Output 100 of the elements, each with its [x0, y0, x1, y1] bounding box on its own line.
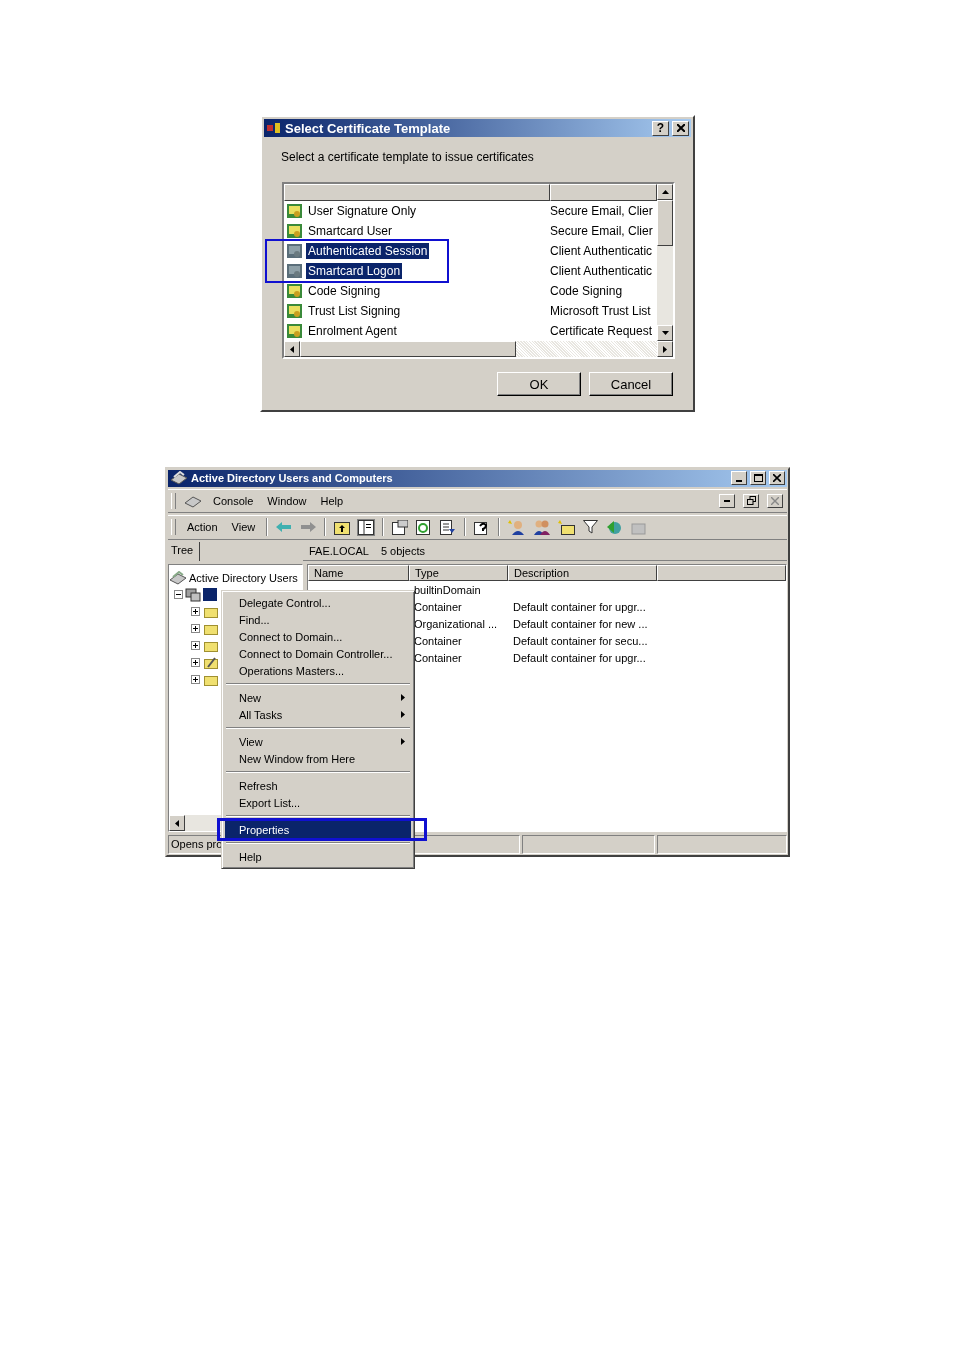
column-header[interactable] — [284, 184, 550, 201]
template-purpose: Secure Email, Clier — [550, 224, 653, 238]
menu-item[interactable]: Help — [317, 494, 347, 507]
template-purpose: Code Signing — [550, 284, 623, 298]
certificate-icon — [286, 283, 303, 299]
table-cell: Default container for upgr... — [513, 651, 646, 664]
expand-toggle[interactable] — [191, 624, 200, 634]
expand-toggle[interactable] — [191, 641, 200, 651]
table-cell: Default container for secu... — [513, 634, 648, 647]
template-purpose: Client Authenticatic — [550, 264, 653, 278]
restore-icon — [746, 496, 756, 506]
template-name[interactable]: Smartcard Logon — [306, 263, 403, 279]
new-folder-icon[interactable] — [558, 519, 576, 536]
properties-icon[interactable] — [392, 519, 409, 535]
column-header[interactable]: Description — [508, 565, 657, 582]
collapse-toggle[interactable] — [174, 590, 183, 600]
menu-item[interactable]: New Window from Here — [225, 750, 411, 767]
template-purpose: Secure Email, Clier — [550, 204, 653, 218]
folder-icon — [204, 622, 218, 635]
template-name[interactable]: User Signature Only — [306, 203, 419, 219]
expand-toggle[interactable] — [191, 607, 200, 617]
table-cell: Container — [414, 651, 462, 664]
template-purpose: Certificate Request — [550, 324, 653, 338]
menu-item[interactable]: Console — [210, 494, 257, 507]
menu-item[interactable]: New — [225, 689, 411, 706]
plus-icon — [191, 658, 200, 668]
close-button[interactable] — [769, 471, 785, 486]
menu-item[interactable]: Action — [184, 521, 221, 534]
minimize-button[interactable] — [719, 493, 735, 508]
column-header[interactable] — [550, 184, 657, 201]
column-header[interactable]: Type — [409, 565, 508, 582]
expand-toggle[interactable] — [191, 658, 200, 668]
menu-item[interactable]: Refresh — [225, 777, 411, 794]
window-title: Select Certificate Template — [285, 120, 451, 136]
cancel-button[interactable]: Cancel — [589, 372, 673, 396]
left-arrow-icon — [175, 819, 179, 827]
app-icon — [266, 122, 282, 134]
directory-icon — [169, 570, 187, 585]
certificate-icon — [286, 203, 303, 219]
menu-item[interactable]: Window — [264, 494, 310, 507]
left-arrow-icon — [290, 345, 294, 353]
folder-icon — [204, 673, 218, 686]
menu-item[interactable]: Delegate Control... — [225, 594, 411, 611]
menu-item[interactable]: Connect to Domain Controller... — [225, 645, 411, 662]
plus-icon — [191, 641, 200, 651]
computer-icon — [185, 587, 201, 602]
menu-item[interactable]: Export List... — [225, 794, 411, 811]
minimize-icon — [736, 480, 742, 483]
ok-button[interactable]: OK — [497, 372, 581, 396]
maximize-button[interactable] — [750, 471, 766, 486]
window-title: Active Directory Users and Computers — [191, 472, 393, 485]
pane-icon[interactable] — [358, 519, 375, 535]
table-cell: Default container for upgr... — [513, 600, 646, 613]
right-arrow-icon — [663, 345, 667, 353]
selection-highlight[interactable] — [203, 588, 217, 602]
minimize-button[interactable] — [731, 471, 747, 486]
minus-icon — [174, 590, 183, 600]
horizontal-scrollbar[interactable] — [284, 341, 673, 357]
menu-item[interactable]: View — [228, 521, 259, 534]
prompt-text: Select a certificate template to issue certificates — [281, 150, 535, 166]
menu-item[interactable]: All Tasks — [225, 706, 411, 723]
plus-icon — [191, 607, 200, 617]
menu-item[interactable]: Help — [225, 848, 411, 865]
close-button[interactable] — [767, 493, 783, 508]
template-purpose: Microsoft Trust List — [550, 304, 651, 318]
template-name[interactable]: Trust List Signing — [306, 303, 403, 319]
filter-icon[interactable] — [583, 520, 599, 535]
tree-item[interactable]: Active Directory Users — [189, 571, 298, 584]
close-icon — [771, 496, 779, 505]
template-name[interactable]: Smartcard User — [306, 223, 395, 239]
plus-icon — [191, 624, 200, 634]
minimize-icon — [724, 499, 730, 502]
menu-item[interactable]: Connect to Domain... — [225, 628, 411, 645]
close-button[interactable] — [672, 120, 689, 136]
folder-pen-icon — [204, 656, 218, 669]
menu-item[interactable]: Properties — [225, 821, 411, 838]
column-header[interactable]: Name — [308, 565, 409, 582]
menu-item[interactable]: Operations Masters... — [225, 662, 411, 679]
folder-up-icon[interactable] — [334, 519, 351, 535]
help-button[interactable]: ? — [652, 120, 669, 136]
new-user-icon[interactable] — [508, 519, 526, 536]
export-list-icon[interactable] — [440, 519, 457, 535]
down-arrow-icon — [661, 331, 669, 335]
table-cell: builtinDomain — [414, 583, 481, 596]
refresh-icon[interactable] — [416, 519, 433, 535]
expand-toggle[interactable] — [191, 675, 200, 685]
domain-path: FAE.LOCAL — [309, 545, 369, 558]
vertical-scrollbar[interactable] — [657, 184, 673, 341]
menu-item[interactable]: Find... — [225, 611, 411, 628]
template-name[interactable]: Authenticated Session — [306, 243, 430, 259]
column-header[interactable] — [657, 565, 786, 582]
menu-item[interactable]: View — [225, 733, 411, 750]
tree-tab[interactable]: Tree — [168, 542, 200, 562]
folder-icon — [204, 605, 218, 618]
close-icon — [676, 124, 685, 132]
new-group-icon[interactable] — [533, 519, 551, 536]
template-name[interactable]: Enrolment Agent — [306, 323, 399, 339]
plus-icon — [191, 675, 200, 685]
restore-button[interactable] — [743, 493, 759, 508]
template-name[interactable]: Code Signing — [306, 283, 383, 299]
